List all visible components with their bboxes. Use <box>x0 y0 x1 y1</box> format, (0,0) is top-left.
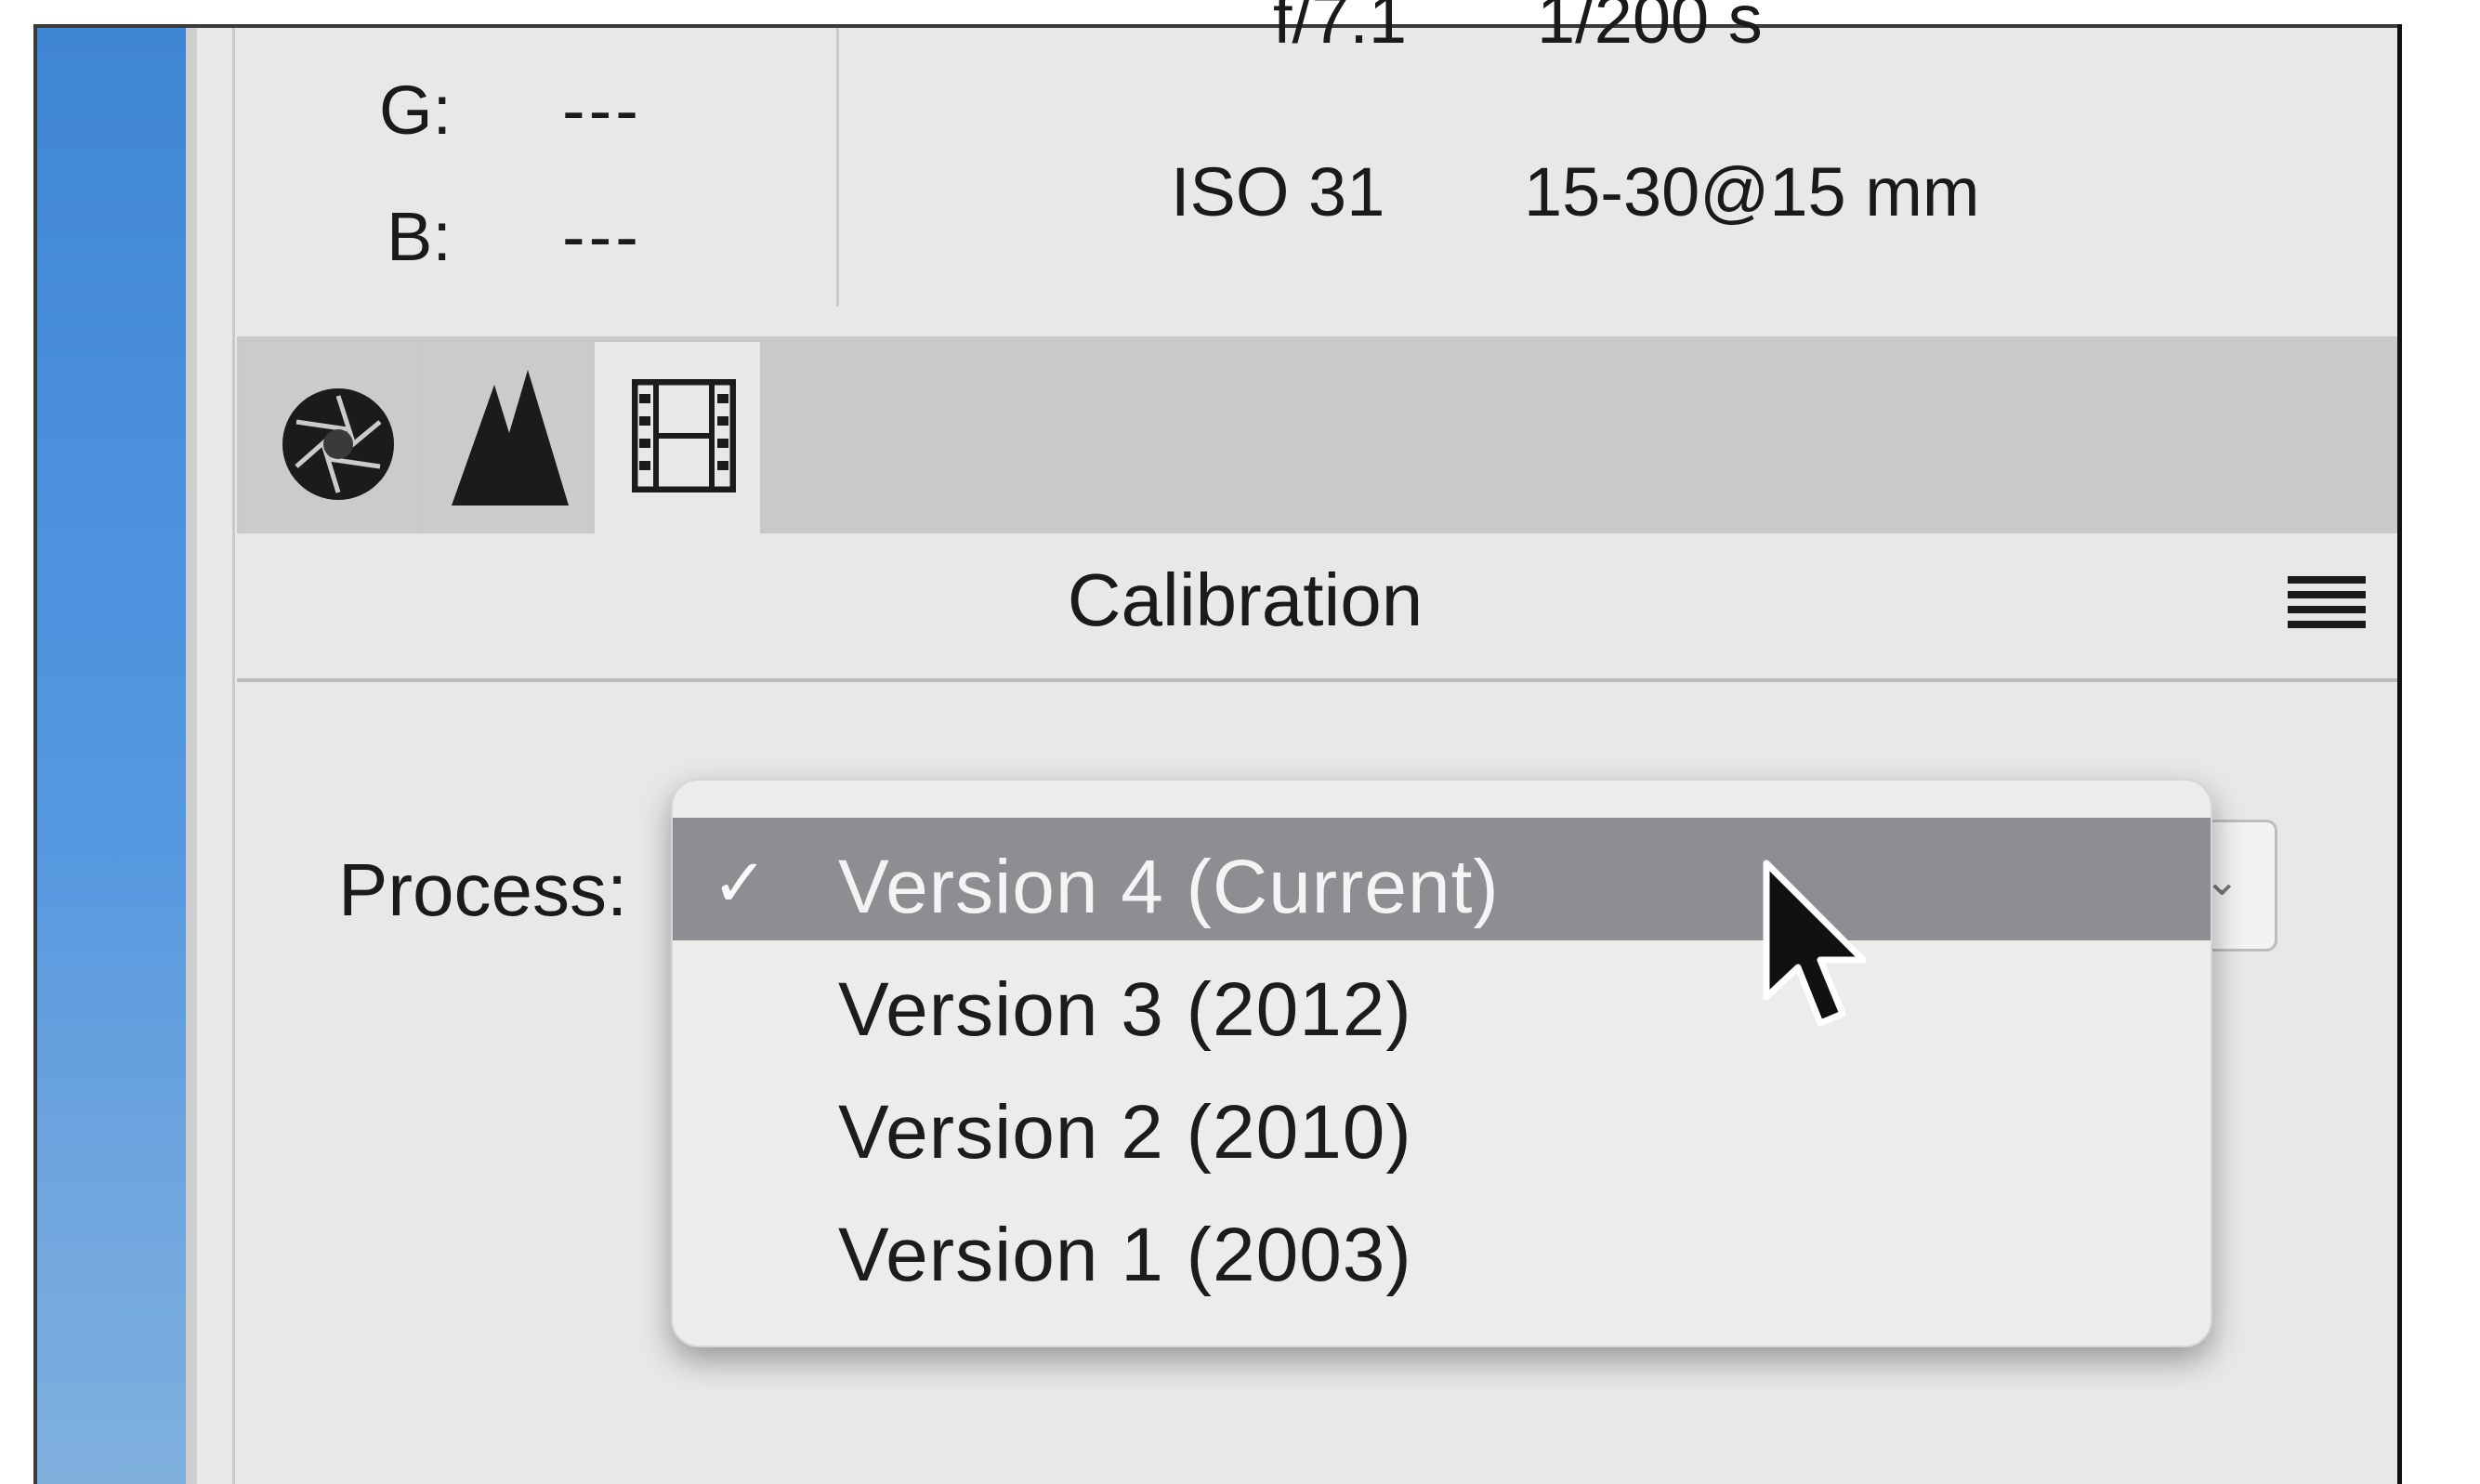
aperture-value: f/7.1 <box>1273 0 1407 58</box>
aperture-icon <box>282 388 394 500</box>
option-label: Version 3 (2012) <box>838 967 1412 1052</box>
section-title: Calibration <box>1067 558 1424 641</box>
desktop-background <box>37 28 186 1484</box>
option-label: Version 1 (2003) <box>838 1213 1412 1297</box>
tab-calibration[interactable] <box>595 342 760 533</box>
tab-lens[interactable] <box>240 342 416 533</box>
shutter-value: 1/200 s <box>1537 0 1763 58</box>
window-frame-right <box>2397 24 2402 1484</box>
window-edge <box>186 28 197 1484</box>
mountains-icon <box>452 370 569 506</box>
menu-icon[interactable] <box>2288 576 2366 628</box>
menu-option-version-3[interactable]: Version 3 (2012) <box>673 940 2211 1063</box>
process-label: Process: <box>338 848 628 931</box>
film-strip-icon <box>632 379 736 492</box>
iso-value: ISO 31 <box>1171 153 1385 230</box>
checkmark-icon: ✓ <box>712 847 768 921</box>
panel-border <box>232 28 235 1484</box>
menu-option-version-2[interactable]: Version 2 (2010) <box>673 1063 2211 1186</box>
option-label: Version 2 (2010) <box>838 1090 1412 1175</box>
option-label: Version 4 (Current) <box>838 845 1500 929</box>
g-label: G: <box>379 72 453 149</box>
b-label: B: <box>387 198 452 275</box>
mouse-cursor-icon <box>1763 860 1867 1027</box>
header-separator <box>237 678 2397 682</box>
menu-option-version-4[interactable]: ✓ Version 4 (Current) <box>673 818 2211 940</box>
b-value: --- <box>562 198 642 275</box>
g-value: --- <box>562 72 642 149</box>
info-divider <box>836 28 839 307</box>
tab-detail[interactable] <box>418 342 593 533</box>
menu-option-version-1[interactable]: Version 1 (2003) <box>673 1186 2211 1308</box>
lens-value: 15-30@15 mm <box>1524 153 1980 230</box>
process-dropdown-menu: ✓ Version 4 (Current) Version 3 (2012) V… <box>671 779 2212 1347</box>
